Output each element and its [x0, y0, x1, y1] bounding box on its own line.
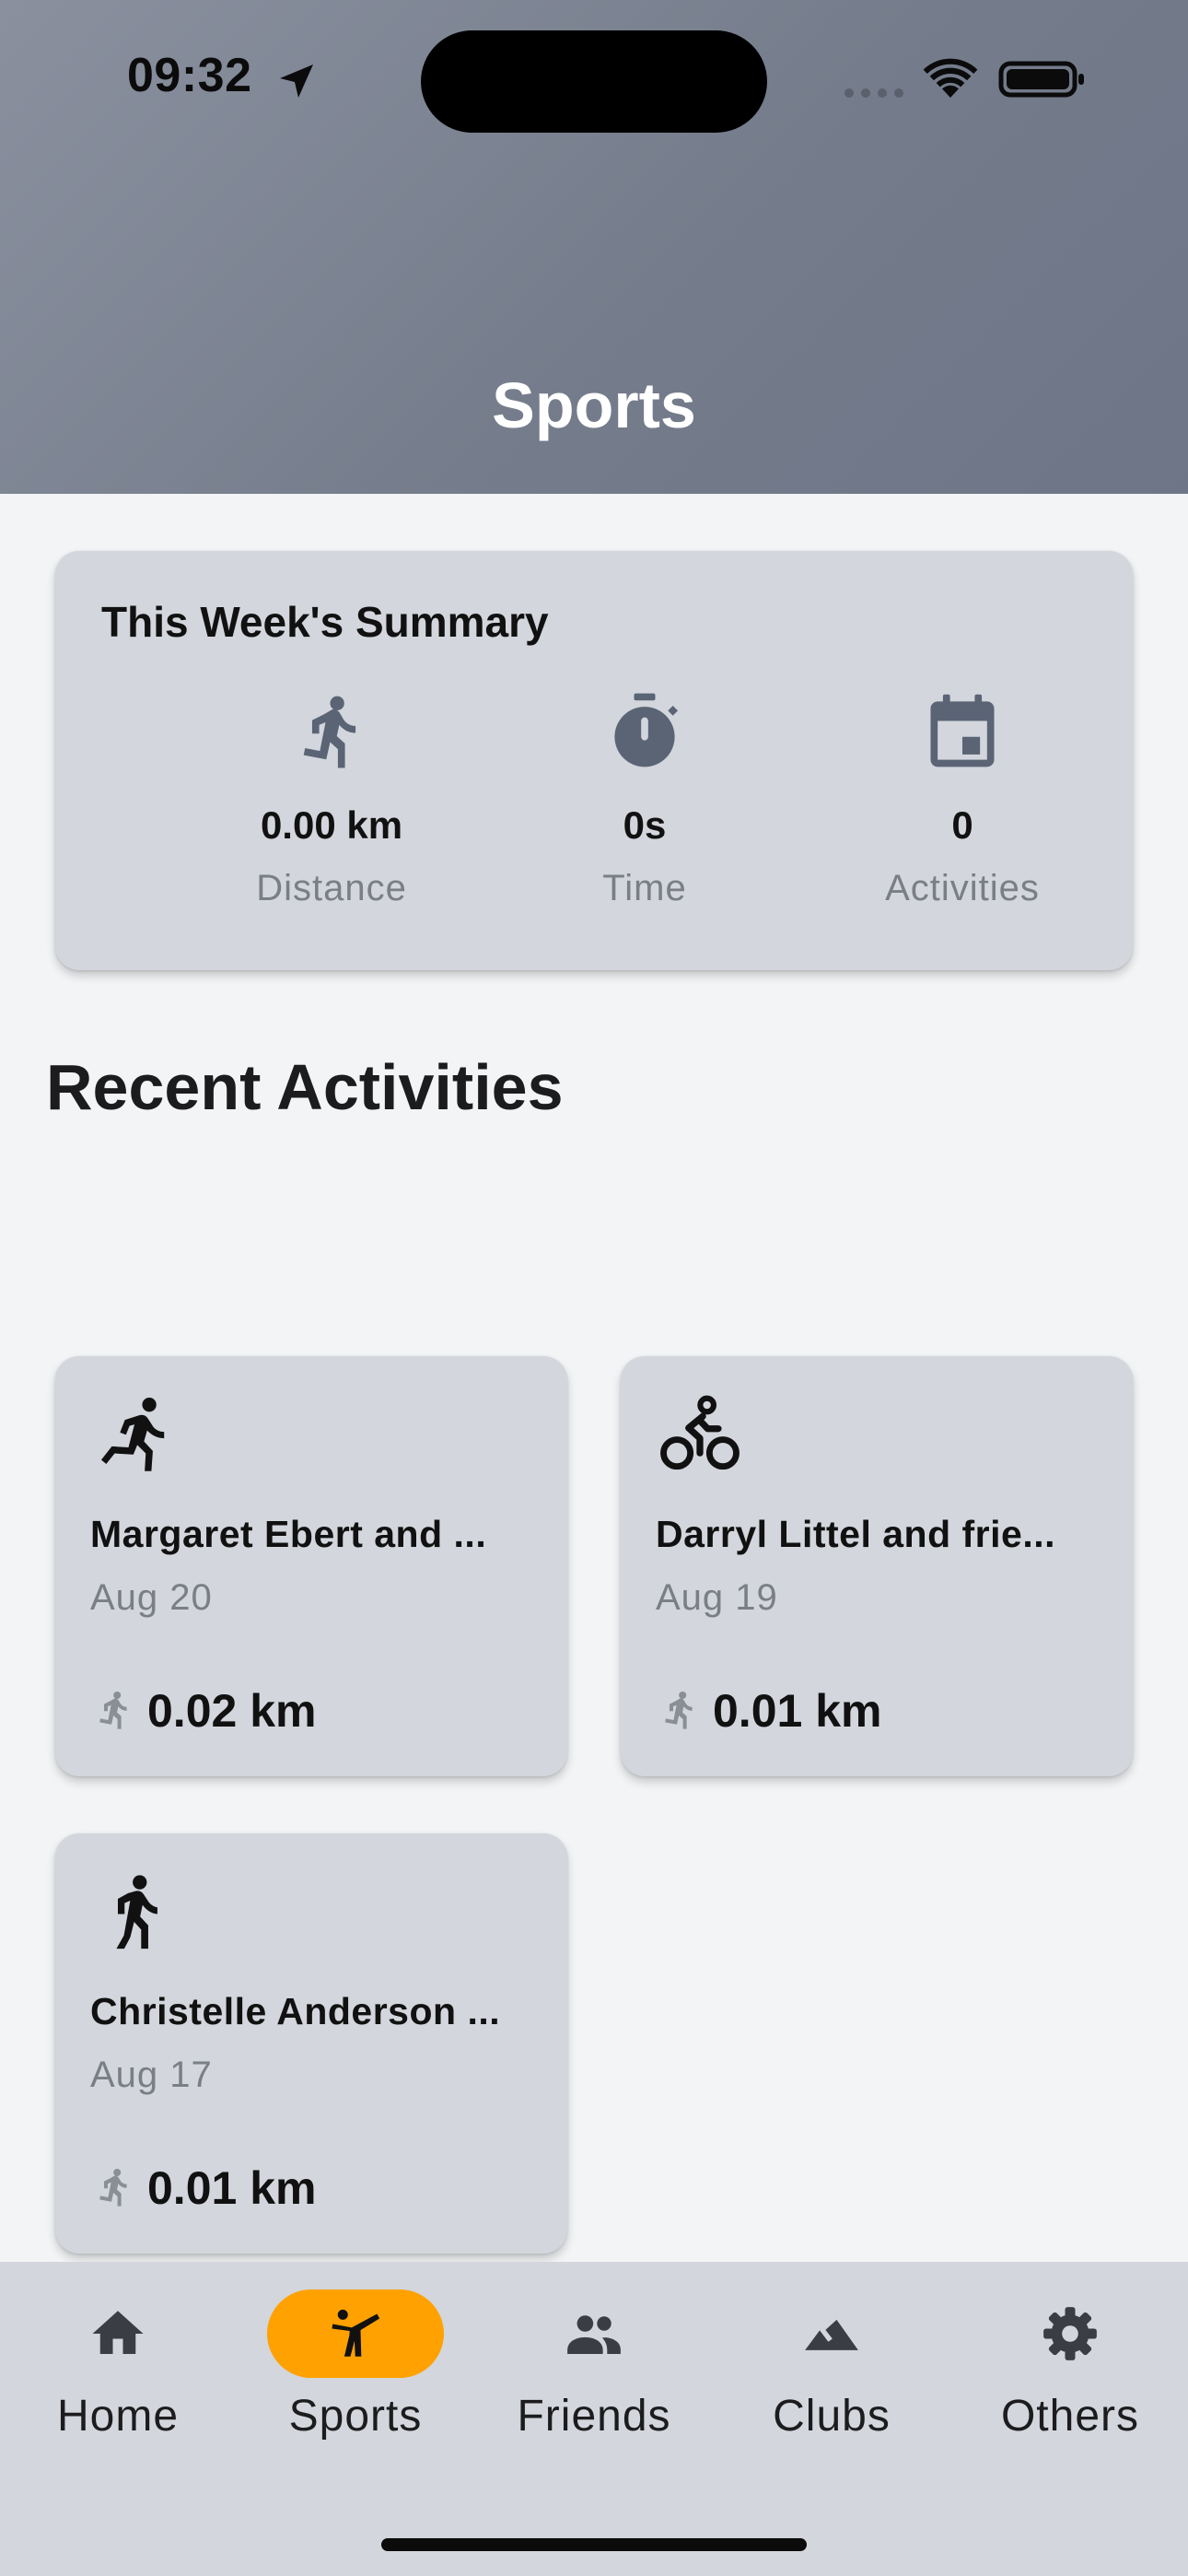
cycling-icon	[660, 1395, 740, 1470]
running-person-icon	[303, 696, 356, 768]
activity-card[interactable]: Christelle Anderson ... Aug 17 0.01 km	[55, 1833, 567, 2254]
activity-date: Aug 17	[90, 2055, 213, 2095]
page-title: Sports	[492, 369, 696, 441]
activity-card[interactable]: Darryl Littel and frie... Aug 19 0.01 km	[621, 1356, 1133, 1776]
running-person-icon	[99, 1692, 127, 1729]
activity-name: Christelle Anderson ...	[90, 1990, 501, 2032]
nav-pill	[743, 2289, 920, 2378]
people-icon	[567, 2315, 621, 2354]
nav-pill-active	[267, 2289, 444, 2378]
nav-item-sports[interactable]: Sports	[245, 2289, 466, 2441]
battery-icon	[998, 61, 1084, 98]
nav-item-friends[interactable]: Friends	[483, 2289, 705, 2441]
nav-item-others[interactable]: Others	[960, 2289, 1181, 2441]
nav-label-sports: Sports	[288, 2392, 423, 2441]
home-indicator[interactable]	[381, 2538, 807, 2551]
bottom-navigation: Home Sports Friends Clubs Others	[0, 2262, 1188, 2576]
time-value: 0s	[623, 803, 667, 847]
calendar-icon	[930, 694, 995, 767]
nav-pill	[29, 2289, 206, 2378]
nav-item-home[interactable]: Home	[7, 2289, 228, 2441]
running-person-icon	[665, 1692, 693, 1729]
distance-value: 0.00 km	[260, 803, 403, 847]
running-icon	[100, 1397, 165, 1471]
activity-distance: 0.01 km	[147, 2162, 317, 2214]
location-arrow-icon	[280, 64, 313, 98]
nav-item-clubs[interactable]: Clubs	[721, 2289, 942, 2441]
activity-name: Darryl Littel and frie...	[656, 1513, 1055, 1555]
nav-pill	[982, 2289, 1159, 2378]
gear-icon	[1043, 2307, 1097, 2360]
time-stat: 0s Time	[488, 689, 801, 909]
martial-arts-icon	[332, 2309, 380, 2357]
distance-stat: 0.00 km Distance	[175, 689, 488, 909]
activities-stat: 0 Activities	[806, 689, 1119, 909]
activity-distance: 0.02 km	[147, 1685, 317, 1737]
walking-icon	[116, 1875, 157, 1950]
summary-title: This Week's Summary	[101, 598, 549, 646]
nav-label-clubs: Clubs	[773, 2392, 891, 2441]
time-label: Time	[602, 868, 687, 908]
running-person-icon	[99, 2169, 127, 2207]
status-time: 09:32	[127, 49, 252, 102]
wifi-icon	[923, 58, 978, 98]
weekly-summary-card[interactable]: This Week's Summary 0.00 km Distance 0s …	[55, 551, 1133, 970]
activity-distance: 0.01 km	[713, 1685, 882, 1737]
nav-label-home: Home	[56, 2392, 180, 2441]
distance-label: Distance	[256, 868, 407, 908]
activity-card[interactable]: Margaret Ebert and ... Aug 20 0.02 km	[55, 1356, 567, 1776]
recent-activities-title: Recent Activities	[46, 1051, 564, 1123]
cellular-signal-icon	[844, 88, 903, 98]
activities-value: 0	[951, 803, 973, 847]
activities-label: Activities	[885, 868, 1040, 908]
nav-pill	[506, 2289, 682, 2378]
nav-label-friends: Friends	[517, 2392, 671, 2441]
home-icon	[92, 2311, 144, 2354]
app-header: 09:32 Sports	[0, 0, 1188, 494]
dynamic-island	[421, 30, 767, 133]
stopwatch-icon	[614, 693, 679, 767]
activity-date: Aug 20	[90, 1577, 213, 1618]
activity-name: Margaret Ebert and ...	[90, 1513, 487, 1555]
mountain-icon	[805, 2319, 858, 2350]
nav-label-others: Others	[1000, 2392, 1140, 2441]
sports-screen: 09:32 Sports This Week's Summary 0.00 km…	[0, 0, 1188, 2576]
activity-date: Aug 19	[656, 1577, 778, 1618]
